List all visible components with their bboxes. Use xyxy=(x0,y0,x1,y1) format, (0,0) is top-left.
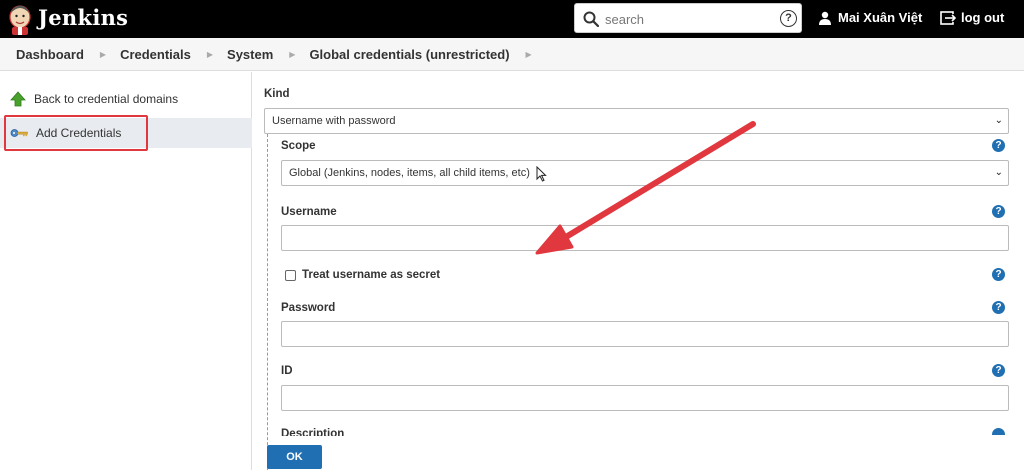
description-label: Description xyxy=(281,428,345,436)
chevron-right-icon[interactable]: ▶ xyxy=(207,50,213,59)
up-arrow-icon xyxy=(10,91,26,107)
password-label: Password xyxy=(281,302,336,314)
annotation-highlight-box xyxy=(4,115,148,151)
user-menu[interactable]: Mai Xuân Việt xyxy=(818,10,922,25)
logout-link[interactable]: log out xyxy=(940,10,1004,25)
chevron-down-icon: ⌄ xyxy=(994,167,1003,178)
jenkins-brand[interactable]: Jenkins xyxy=(38,5,128,30)
chevron-right-icon[interactable]: ▶ xyxy=(289,50,295,59)
treat-secret-label[interactable]: Treat username as secret xyxy=(302,269,440,281)
help-icon[interactable]: ? xyxy=(992,268,1005,281)
help-icon[interactable]: ? xyxy=(992,205,1005,218)
sidebar-item-back[interactable]: Back to credential domains xyxy=(0,84,252,114)
kind-select-value: Username with password xyxy=(272,115,396,127)
mouse-cursor-icon xyxy=(536,166,547,182)
scope-select[interactable]: Global (Jenkins, nodes, items, all child… xyxy=(281,160,1009,186)
search-box[interactable]: ? xyxy=(574,3,802,33)
help-icon[interactable] xyxy=(992,428,1005,435)
breadcrumb-dashboard[interactable]: Dashboard xyxy=(16,47,84,62)
chevron-right-icon[interactable]: ▶ xyxy=(526,50,532,59)
credentials-form: Kind Username with password ⌄ Scope ? Gl… xyxy=(253,72,1024,470)
logout-label[interactable]: log out xyxy=(961,10,1004,25)
sidebar: Back to credential domains Add Credentia… xyxy=(0,72,252,470)
breadcrumb-global-credentials[interactable]: Global credentials (unrestricted) xyxy=(309,47,509,62)
id-label: ID xyxy=(281,365,293,377)
search-input[interactable] xyxy=(605,9,765,29)
treat-secret-checkbox[interactable] xyxy=(285,270,296,281)
username-label: Username xyxy=(281,206,337,218)
help-icon[interactable]: ? xyxy=(992,301,1005,314)
logout-icon xyxy=(940,10,956,25)
user-icon xyxy=(819,11,831,25)
breadcrumb: Dashboard ▶ Credentials ▶ System ▶ Globa… xyxy=(0,38,1024,71)
kind-label: Kind xyxy=(264,88,290,100)
jenkins-logo-icon[interactable] xyxy=(6,3,34,35)
search-icon xyxy=(583,11,599,27)
breadcrumb-system[interactable]: System xyxy=(227,47,273,62)
scope-select-value: Global (Jenkins, nodes, items, all child… xyxy=(289,167,530,179)
breadcrumb-credentials[interactable]: Credentials xyxy=(120,47,191,62)
password-field[interactable] xyxy=(281,321,1009,347)
chevron-down-icon: ⌄ xyxy=(994,115,1003,126)
ok-button[interactable]: OK xyxy=(267,445,322,469)
username-field[interactable] xyxy=(281,225,1009,251)
help-icon[interactable]: ? xyxy=(992,139,1005,152)
user-name[interactable]: Mai Xuân Việt xyxy=(838,10,922,25)
kind-select[interactable]: Username with password ⌄ xyxy=(264,108,1009,134)
help-icon[interactable]: ? xyxy=(992,364,1005,377)
sidebar-item-label[interactable]: Back to credential domains xyxy=(34,92,178,106)
search-help-icon[interactable]: ? xyxy=(780,10,797,27)
top-header: Jenkins ? Mai Xuân Việt log out xyxy=(0,0,1024,38)
id-field[interactable] xyxy=(281,385,1009,411)
scope-label: Scope xyxy=(281,140,316,152)
chevron-right-icon[interactable]: ▶ xyxy=(100,50,106,59)
nested-section-divider xyxy=(267,134,268,470)
